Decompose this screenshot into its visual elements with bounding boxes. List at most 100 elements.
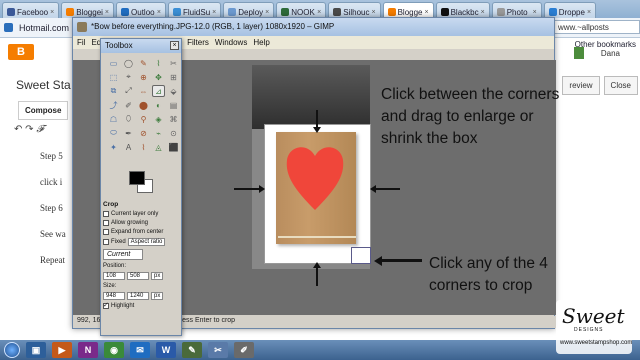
gimp-taskbar-icon[interactable]: ✎: [182, 342, 202, 358]
tool-icon[interactable]: ✥: [152, 71, 165, 83]
browser-tab[interactable]: Deploy ×: [223, 2, 275, 18]
browser-tab[interactable]: FluidSu ×: [168, 2, 222, 18]
option-checkbox[interactable]: [103, 229, 109, 235]
tool-icon[interactable]: ✎: [137, 57, 150, 69]
tool-icon[interactable]: ⌘: [167, 113, 180, 125]
user-name[interactable]: Dana: [601, 49, 620, 58]
close-icon[interactable]: ×: [587, 9, 591, 16]
tool-icon[interactable]: ⇔: [137, 85, 150, 97]
paint-icon[interactable]: ✐: [234, 342, 254, 358]
tool-icon[interactable]: ⬚: [107, 71, 120, 83]
size-unit-select[interactable]: px: [151, 292, 164, 300]
close-icon[interactable]: ×: [105, 9, 109, 16]
other-bookmarks[interactable]: Other bookmarks: [575, 40, 636, 49]
tool-icon[interactable]: ▭: [107, 57, 120, 69]
gimp-menu-item[interactable]: Windows: [215, 38, 247, 49]
close-button[interactable]: Close: [603, 76, 638, 95]
crop-corner-handle[interactable]: [351, 247, 371, 264]
fixed-checkbox[interactable]: [103, 239, 109, 245]
tool-icon[interactable]: ⬤: [137, 99, 150, 111]
tool-icon[interactable]: ⤢: [122, 85, 135, 97]
browser-tab[interactable]: Silhouc ×: [328, 2, 381, 18]
tool-icon[interactable]: ✒: [122, 127, 135, 139]
toolbox-title-bar[interactable]: Toolbox ×: [101, 39, 181, 53]
browser-tab[interactable]: Faceboo ×: [2, 2, 60, 18]
foreground-color[interactable]: [129, 171, 145, 185]
tool-icon[interactable]: ⬯: [122, 113, 135, 125]
redo-icon[interactable]: ↷: [25, 124, 33, 135]
preview-button[interactable]: review: [562, 76, 600, 95]
position-y-field[interactable]: 508: [127, 272, 149, 280]
address-bar[interactable]: www.~allposts: [554, 20, 640, 34]
tool-icon[interactable]: ⬭: [107, 127, 120, 139]
outlook-icon[interactable]: ✉: [130, 342, 150, 358]
tool-icon[interactable]: ⧉: [107, 85, 120, 97]
silhouette-icon[interactable]: ✂: [208, 342, 228, 358]
close-icon[interactable]: ×: [371, 9, 375, 16]
size-height-field[interactable]: 1240: [127, 292, 149, 300]
gimp-menu-item[interactable]: Fil: [77, 38, 85, 49]
font-icon[interactable]: 𝓕: [36, 124, 43, 135]
gimp-menu-item[interactable]: Help: [253, 38, 269, 49]
close-icon[interactable]: ×: [481, 9, 485, 16]
close-icon[interactable]: ×: [425, 9, 429, 16]
gimp-menu-item[interactable]: Filters: [187, 38, 209, 49]
tool-icon[interactable]: ☖: [107, 113, 120, 125]
gimp-title-bar[interactable]: *Bow before everything.JPG-12.0 (RGB, 1 …: [73, 18, 554, 36]
folder-icon[interactable]: ▣: [26, 342, 46, 358]
crop-tool-icon[interactable]: ⊿: [152, 85, 165, 97]
browser-tab[interactable]: Outloo ×: [116, 2, 167, 18]
option-checkbox[interactable]: [103, 211, 109, 217]
aspect-current-field[interactable]: Current: [103, 249, 143, 260]
tool-icon[interactable]: ◐: [152, 99, 165, 111]
word-icon[interactable]: W: [156, 342, 176, 358]
tool-icon[interactable]: A: [122, 141, 135, 153]
tool-icon[interactable]: ◈: [152, 113, 165, 125]
tool-icon[interactable]: ⊘: [137, 127, 150, 139]
browser-tab[interactable]: Photo ×: [491, 2, 542, 18]
browser-tab[interactable]: Droppe ×: [543, 2, 597, 18]
color-swatches[interactable]: [129, 171, 153, 195]
close-icon[interactable]: ×: [533, 9, 537, 16]
tool-icon[interactable]: ⌇: [137, 141, 150, 153]
tool-icon[interactable]: ⊙: [167, 127, 180, 139]
position-unit-select[interactable]: px: [151, 272, 164, 280]
post-body[interactable]: Step 5 click i Step 6 See wa Repeat: [40, 150, 70, 280]
tool-icon[interactable]: ⬛: [167, 141, 180, 153]
position-x-field[interactable]: 108: [103, 272, 125, 280]
tool-icon[interactable]: ⌇: [152, 57, 165, 69]
tool-icon[interactable]: ⊞: [167, 71, 180, 83]
highlight-checkbox[interactable]: [103, 301, 109, 309]
browser-tab[interactable]: NOOK ×: [276, 2, 327, 18]
tool-icon[interactable]: ✐: [122, 99, 135, 111]
onenote-icon[interactable]: N: [78, 342, 98, 358]
blogger-logo-icon[interactable]: B: [8, 44, 34, 60]
close-icon[interactable]: ×: [265, 9, 269, 16]
close-icon[interactable]: ×: [317, 9, 321, 16]
media-player-icon[interactable]: ▶: [52, 342, 72, 358]
tool-icon[interactable]: ⊕: [137, 71, 150, 83]
tool-icon[interactable]: ✦: [107, 141, 120, 153]
size-width-field[interactable]: 948: [103, 292, 125, 300]
tool-icon[interactable]: ✂: [167, 57, 180, 69]
browser-tab[interactable]: Bloggei ×: [61, 2, 115, 18]
close-icon[interactable]: ×: [212, 9, 216, 16]
close-icon[interactable]: ×: [170, 41, 179, 50]
tool-icon[interactable]: ▤: [167, 99, 180, 111]
chrome-icon[interactable]: ◉: [104, 342, 124, 358]
tool-icon[interactable]: ⌁: [152, 127, 165, 139]
browser-tab[interactable]: Blogge ×: [382, 2, 434, 18]
tool-icon[interactable]: ⤴: [107, 99, 120, 111]
browser-tab[interactable]: Blackbc ×: [435, 2, 490, 18]
tool-icon[interactable]: ◯: [122, 57, 135, 69]
bookmark-hotmail[interactable]: Hotmail.com: [19, 23, 69, 33]
tool-icon[interactable]: ⌖: [122, 71, 135, 83]
compose-tab[interactable]: Compose: [18, 101, 69, 120]
close-icon[interactable]: ×: [50, 9, 54, 16]
undo-icon[interactable]: ↶: [14, 124, 22, 135]
tool-icon[interactable]: ◬: [152, 141, 165, 153]
start-button[interactable]: [4, 342, 20, 358]
tool-icon[interactable]: ⚲: [137, 113, 150, 125]
tool-icon[interactable]: ⬙: [167, 85, 180, 97]
fixed-mode-select[interactable]: Aspect ratio: [127, 238, 166, 246]
